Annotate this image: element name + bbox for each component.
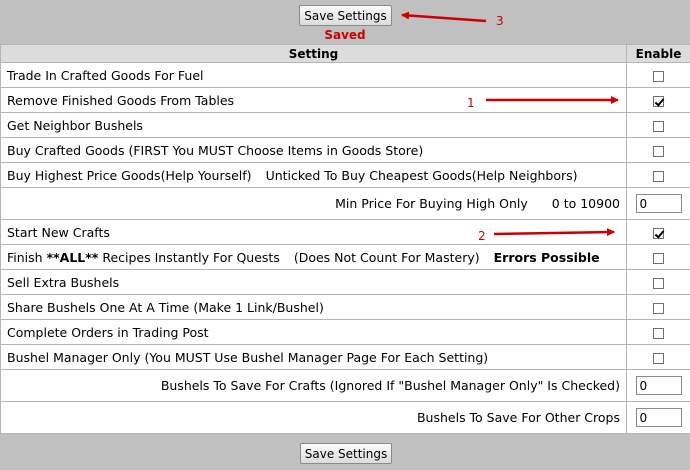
settings-table: Setting Enable Trade In Crafted Goods Fo… xyxy=(0,44,690,434)
table-row: Sell Extra Bushels xyxy=(0,269,690,295)
finish-label-post: Recipes Instantly For Quests xyxy=(102,249,280,265)
sell-extra-checkbox[interactable] xyxy=(653,277,664,289)
share-bushels-checkbox[interactable] xyxy=(653,302,664,314)
enable-column-header: Enable xyxy=(626,44,690,63)
finish-label-bold: **ALL** xyxy=(46,249,99,265)
table-row: Finish **ALL** Recipes Instantly For Que… xyxy=(0,244,690,270)
setting-label: Buy Highest Price Goods(Help Yourself) Un… xyxy=(0,162,627,188)
buy-crafted-checkbox[interactable] xyxy=(653,145,664,157)
setting-label: Buy Crafted Goods (FIRST You MUST Choose… xyxy=(0,137,627,163)
setting-label: Finish **ALL** Recipes Instantly For Que… xyxy=(0,244,627,270)
saved-status: Saved xyxy=(324,28,366,42)
table-row: Remove Finished Goods From Tables xyxy=(0,87,690,113)
min-price-input[interactable] xyxy=(635,194,682,213)
setting-label-a: Buy Highest Price Goods(Help Yourself) xyxy=(7,167,252,183)
table-row: Buy Highest Price Goods(Help Yourself) Un… xyxy=(0,162,690,188)
table-row: Min Price For Buying High Only 0 to 10900 xyxy=(0,187,690,220)
finish-label-note: (Does Not Count For Mastery) xyxy=(293,249,480,265)
buy-highest-checkbox[interactable] xyxy=(653,170,664,182)
table-row: Get Neighbor Bushels xyxy=(0,112,690,138)
setting-label-b: Unticked To Buy Cheapest Goods(Help Neig… xyxy=(265,167,578,183)
start-crafts-checkbox[interactable] xyxy=(653,227,664,239)
save-settings-button-top[interactable]: Save Settings xyxy=(299,5,392,26)
finish-all-checkbox[interactable] xyxy=(653,252,664,264)
table-row: Share Bushels One At A Time (Make 1 Link… xyxy=(0,294,690,320)
setting-label: Remove Finished Goods From Tables xyxy=(0,87,627,113)
table-row: Bushels To Save For Crafts (Ignored If "… xyxy=(0,369,690,402)
bushel-manager-checkbox[interactable] xyxy=(653,352,664,364)
setting-label: Sell Extra Bushels xyxy=(0,269,627,295)
table-row: Start New Crafts xyxy=(0,219,690,245)
bushels-crafts-input[interactable] xyxy=(635,376,682,395)
finish-label-pre: Finish xyxy=(7,249,43,265)
neighbor-bushels-checkbox[interactable] xyxy=(653,120,664,132)
setting-label: Bushels To Save For Crafts (Ignored If "… xyxy=(0,369,627,402)
table-row: Bushels To Save For Other Crops xyxy=(0,401,690,434)
bushels-other-input[interactable] xyxy=(635,408,682,427)
trade-fuel-checkbox[interactable] xyxy=(653,70,664,82)
setting-label: Trade In Crafted Goods For Fuel xyxy=(0,62,627,88)
table-row: Trade In Crafted Goods For Fuel xyxy=(0,62,690,88)
setting-label: Complete Orders in Trading Post xyxy=(0,319,627,345)
finish-label-warning: Errors Possible xyxy=(493,249,600,265)
bottom-toolbar: Save Settings xyxy=(0,437,690,470)
save-settings-button-bottom[interactable]: Save Settings xyxy=(300,443,392,464)
setting-label: Start New Crafts xyxy=(0,219,627,245)
table-row: Buy Crafted Goods (FIRST You MUST Choose… xyxy=(0,137,690,163)
min-price-range: 0 to 10900 xyxy=(551,196,620,211)
table-row: Bushel Manager Only (You MUST Use Bushel… xyxy=(0,344,690,370)
table-row: Complete Orders in Trading Post xyxy=(0,319,690,345)
remove-finished-checkbox[interactable] xyxy=(653,95,664,107)
setting-column-header: Setting xyxy=(0,44,627,63)
setting-label: Share Bushels One At A Time (Make 1 Link… xyxy=(0,294,627,320)
setting-label: Bushels To Save For Other Crops xyxy=(0,401,627,434)
min-price-label: Min Price For Buying High Only xyxy=(335,196,528,211)
top-toolbar: Save Settings Saved xyxy=(0,0,690,44)
setting-label: Min Price For Buying High Only 0 to 10900 xyxy=(0,187,627,220)
setting-label: Get Neighbor Bushels xyxy=(0,112,627,138)
complete-orders-checkbox[interactable] xyxy=(653,327,664,339)
setting-label: Bushel Manager Only (You MUST Use Bushel… xyxy=(0,344,627,370)
